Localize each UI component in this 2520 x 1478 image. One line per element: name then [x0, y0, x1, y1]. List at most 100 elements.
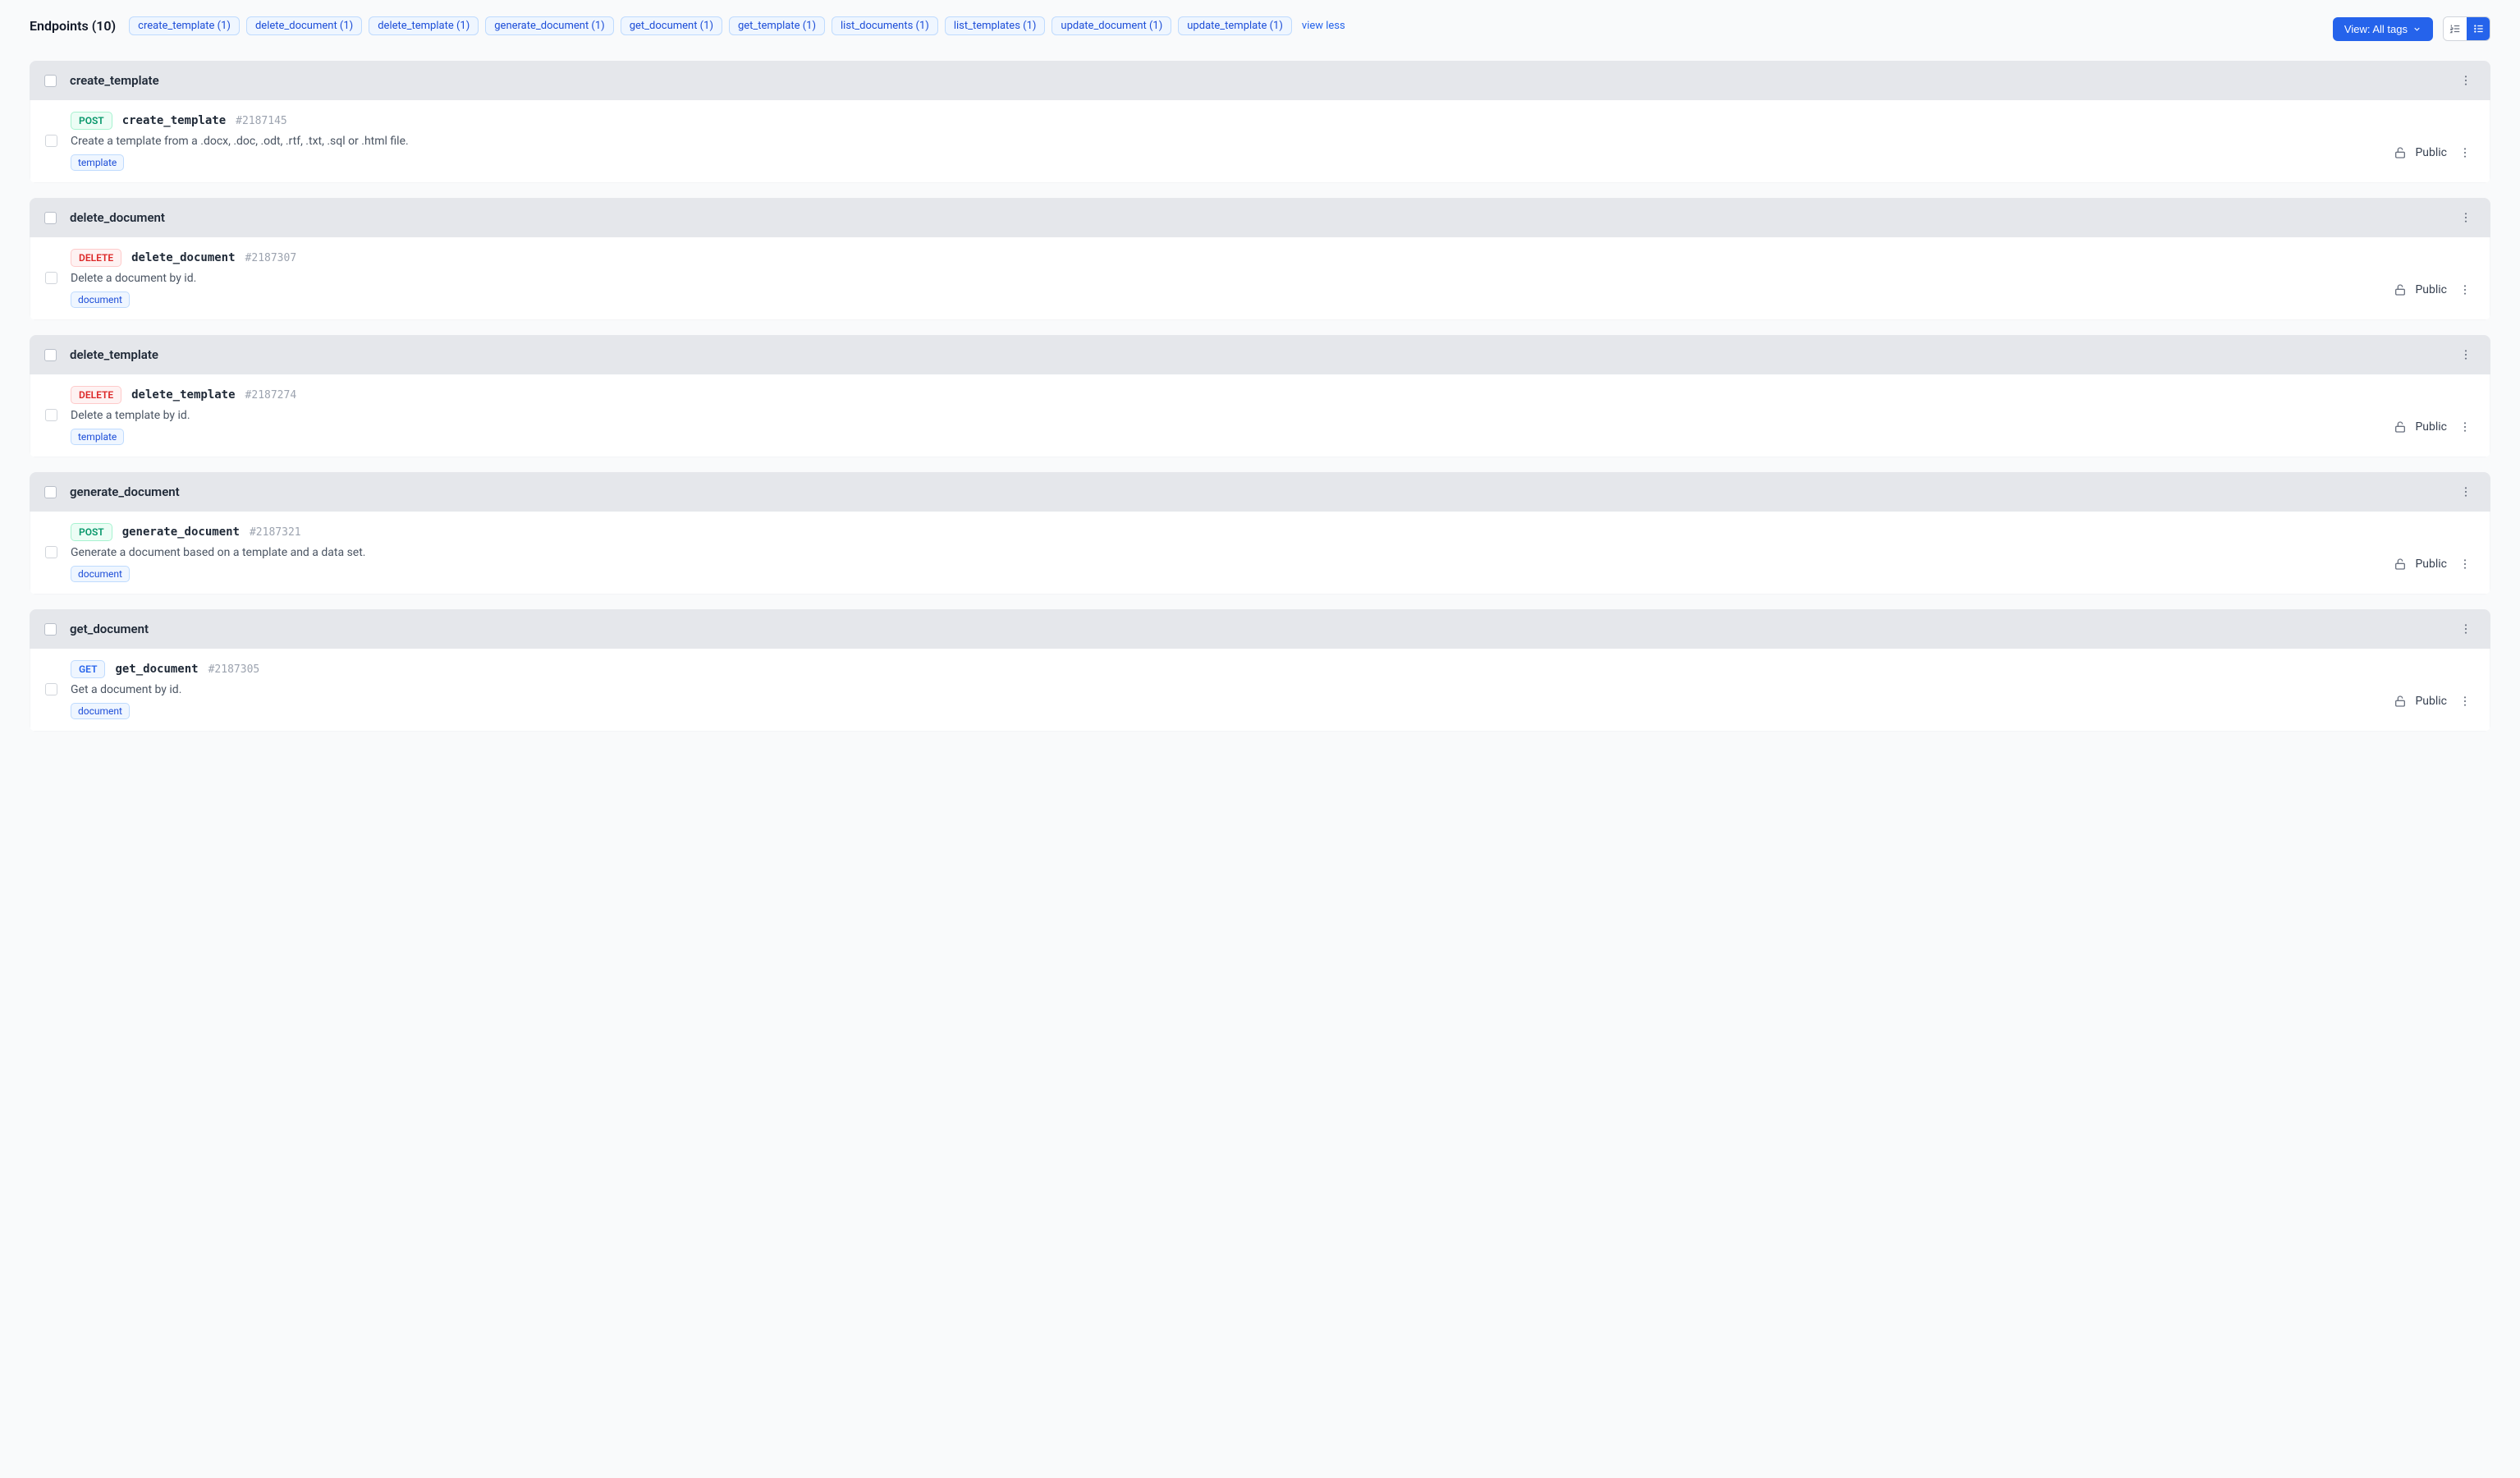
endpoint-card: DELETE delete_document #2187307 Delete a…	[30, 237, 2490, 320]
card-title-row: DELETE delete_template #2187274	[45, 386, 2475, 404]
desc-block: Delete a template by id. template	[71, 409, 2380, 445]
filter-tag[interactable]: update_template (1)	[1178, 16, 1292, 35]
endpoint-checkbox[interactable]	[45, 272, 57, 284]
endpoint-card: POST generate_document #2187321 Generate…	[30, 512, 2490, 594]
view-less-link[interactable]: view less	[1299, 17, 1349, 34]
endpoint-group: delete_template DELETE delete_template #…	[30, 335, 2490, 457]
endpoint-checkbox[interactable]	[45, 135, 57, 147]
group-more-button[interactable]	[2456, 619, 2476, 639]
endpoint-more-button[interactable]	[2455, 554, 2475, 574]
more-vertical-icon	[2459, 211, 2472, 224]
group-title: delete_template	[70, 347, 2443, 362]
group-checkbox[interactable]	[44, 212, 57, 224]
group-more-button[interactable]	[2456, 71, 2476, 90]
view-mode-toggle	[2443, 16, 2490, 41]
group-header: create_template	[30, 61, 2490, 100]
method-badge: POST	[71, 523, 112, 541]
group-more-button[interactable]	[2456, 208, 2476, 227]
desc-block: Get a document by id. document	[71, 683, 2380, 719]
endpoint-group: create_template POST create_template #21…	[30, 61, 2490, 183]
endpoint-more-button[interactable]	[2455, 691, 2475, 711]
endpoint-name: generate_document	[122, 526, 240, 539]
card-left: Delete a document by id. document	[45, 272, 2380, 308]
group-header: get_document	[30, 609, 2490, 649]
more-vertical-icon	[2459, 74, 2472, 87]
endpoint-more-button[interactable]	[2455, 417, 2475, 437]
endpoint-card: DELETE delete_template #2187274 Delete a…	[30, 374, 2490, 457]
more-vertical-icon	[2459, 348, 2472, 361]
header-row: Endpoints (10) create_template (1) delet…	[30, 16, 2490, 41]
group-more-button[interactable]	[2456, 482, 2476, 502]
filter-tag[interactable]: list_documents (1)	[832, 16, 938, 35]
group-more-button[interactable]	[2456, 345, 2476, 365]
card-right: Public	[2394, 554, 2475, 574]
visibility-label: Public	[2415, 420, 2447, 434]
card-body-row: Delete a document by id. document Public	[45, 272, 2475, 308]
card-left: Generate a document based on a template …	[45, 546, 2380, 582]
filter-tag[interactable]: delete_document (1)	[246, 16, 362, 35]
endpoint-tag[interactable]: template	[71, 154, 124, 171]
group-checkbox[interactable]	[44, 75, 57, 87]
card-right: Public	[2394, 417, 2475, 437]
endpoint-checkbox[interactable]	[45, 546, 57, 558]
card-body-row: Delete a template by id. template Public	[45, 409, 2475, 445]
group-checkbox[interactable]	[44, 349, 57, 361]
endpoint-description: Delete a template by id.	[71, 409, 2380, 422]
group-checkbox[interactable]	[44, 623, 57, 636]
card-left: Delete a template by id. template	[45, 409, 2380, 445]
list-numbered-view-button[interactable]	[2444, 17, 2467, 40]
group-checkbox[interactable]	[44, 486, 57, 498]
card-title-row: DELETE delete_document #2187307	[45, 249, 2475, 267]
endpoint-description: Generate a document based on a template …	[71, 546, 2380, 559]
visibility-label: Public	[2415, 283, 2447, 296]
tags-block: Endpoints (10) create_template (1) delet…	[30, 16, 2320, 35]
group-title: delete_document	[70, 210, 2443, 225]
endpoint-more-button[interactable]	[2455, 280, 2475, 300]
list-bulleted-view-button[interactable]	[2467, 17, 2490, 40]
filter-tag[interactable]: list_templates (1)	[945, 16, 1046, 35]
card-body-row: Create a template from a .docx, .doc, .o…	[45, 135, 2475, 171]
unlock-icon	[2394, 146, 2407, 159]
list-bulleted-icon	[2473, 23, 2485, 34]
filter-tag[interactable]: get_document (1)	[621, 16, 722, 35]
endpoint-tag[interactable]: document	[71, 703, 130, 719]
view-tags-button[interactable]: View: All tags	[2333, 17, 2433, 41]
endpoint-name: create_template	[122, 114, 226, 127]
visibility-label: Public	[2415, 146, 2447, 159]
card-right: Public	[2394, 143, 2475, 163]
more-vertical-icon	[2459, 485, 2472, 498]
endpoint-id: #2187321	[250, 526, 301, 539]
endpoint-checkbox[interactable]	[45, 409, 57, 421]
endpoint-checkbox[interactable]	[45, 683, 57, 695]
endpoint-tag[interactable]: document	[71, 291, 130, 308]
filter-tag[interactable]: get_template (1)	[729, 16, 825, 35]
endpoint-id: #2187274	[245, 389, 297, 402]
filter-tag[interactable]: update_document (1)	[1052, 16, 1171, 35]
endpoint-card: GET get_document #2187305 Get a document…	[30, 649, 2490, 732]
filter-tag[interactable]: generate_document (1)	[485, 16, 613, 35]
view-tags-label: View: All tags	[2344, 23, 2408, 35]
filter-tag[interactable]: delete_template (1)	[369, 16, 479, 35]
group-header: generate_document	[30, 472, 2490, 512]
endpoint-tag[interactable]: document	[71, 566, 130, 582]
method-badge: DELETE	[71, 249, 121, 267]
more-vertical-icon	[2458, 283, 2472, 296]
endpoint-id: #2187145	[236, 115, 287, 127]
unlock-icon	[2394, 558, 2407, 571]
desc-block: Delete a document by id. document	[71, 272, 2380, 308]
more-vertical-icon	[2458, 420, 2472, 434]
desc-block: Generate a document based on a template …	[71, 546, 2380, 582]
filter-tag[interactable]: create_template (1)	[129, 16, 240, 35]
visibility-label: Public	[2415, 558, 2447, 571]
endpoint-more-button[interactable]	[2455, 143, 2475, 163]
card-body-row: Generate a document based on a template …	[45, 546, 2475, 582]
endpoint-tag[interactable]: template	[71, 429, 124, 445]
endpoint-description: Get a document by id.	[71, 683, 2380, 696]
group-title: create_template	[70, 73, 2443, 88]
group-header: delete_document	[30, 198, 2490, 237]
card-body-row: Get a document by id. document Public	[45, 683, 2475, 719]
group-title: generate_document	[70, 484, 2443, 499]
list-numbered-icon	[2449, 23, 2461, 34]
endpoint-card: POST create_template #2187145 Create a t…	[30, 100, 2490, 183]
endpoint-group: get_document GET get_document #2187305 G…	[30, 609, 2490, 732]
